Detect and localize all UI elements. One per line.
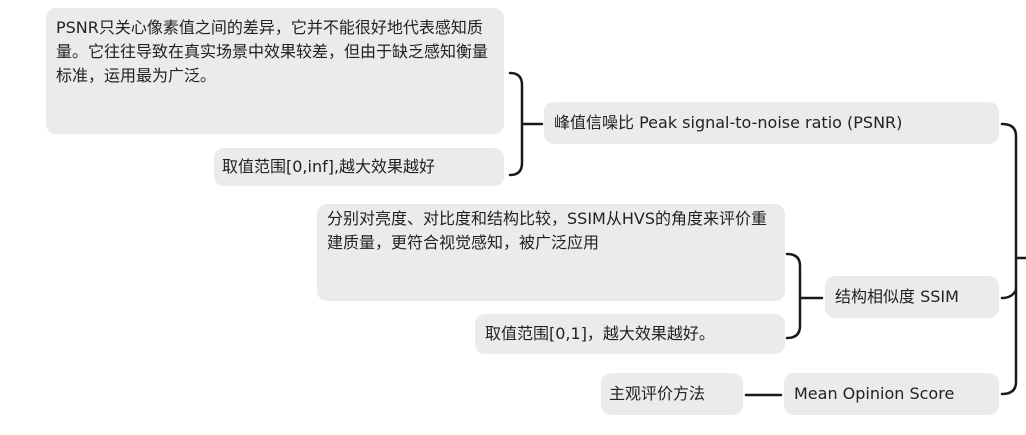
mos-description-text: 主观评价方法 bbox=[609, 384, 706, 403]
psnr-range-text: 取值范围[0,inf],越大效果越好 bbox=[222, 157, 436, 176]
psnr-description-text: PSNR只关心像素值之间的差异，它并不能很好地代表感知质量。它往往导致在真实场景… bbox=[56, 18, 489, 85]
psnr-connector bbox=[508, 71, 544, 177]
psnr-node: 峰值信噪比 Peak signal-to-noise ratio (PSNR) bbox=[544, 102, 999, 144]
ssim-range-node: 取值范围[0,1]，越大效果越好。 bbox=[475, 314, 785, 354]
root-connector bbox=[1000, 122, 1026, 396]
ssim-description-text: 分别对亮度、对比度和结构比较，SSIM从HVS的角度来评价重建质量，更符合视觉感… bbox=[327, 209, 767, 252]
root-connector-mid bbox=[1000, 288, 1018, 300]
mos-node: Mean Opinion Score bbox=[784, 373, 999, 415]
ssim-node: 结构相似度 SSIM bbox=[825, 276, 999, 318]
mos-description-node: 主观评价方法 bbox=[601, 373, 743, 415]
mos-label: Mean Opinion Score bbox=[794, 384, 955, 403]
ssim-description-node: 分别对亮度、对比度和结构比较，SSIM从HVS的角度来评价重建质量，更符合视觉感… bbox=[317, 204, 785, 301]
ssim-label: 结构相似度 SSIM bbox=[835, 287, 959, 306]
ssim-range-text: 取值范围[0,1]，越大效果越好。 bbox=[485, 324, 715, 343]
psnr-description-node: PSNR只关心像素值之间的差异，它并不能很好地代表感知质量。它往往导致在真实场景… bbox=[46, 8, 504, 134]
ssim-connector bbox=[785, 252, 824, 340]
psnr-label: 峰值信噪比 Peak signal-to-noise ratio (PSNR) bbox=[554, 113, 903, 132]
psnr-range-node: 取值范围[0,inf],越大效果越好 bbox=[214, 148, 504, 186]
